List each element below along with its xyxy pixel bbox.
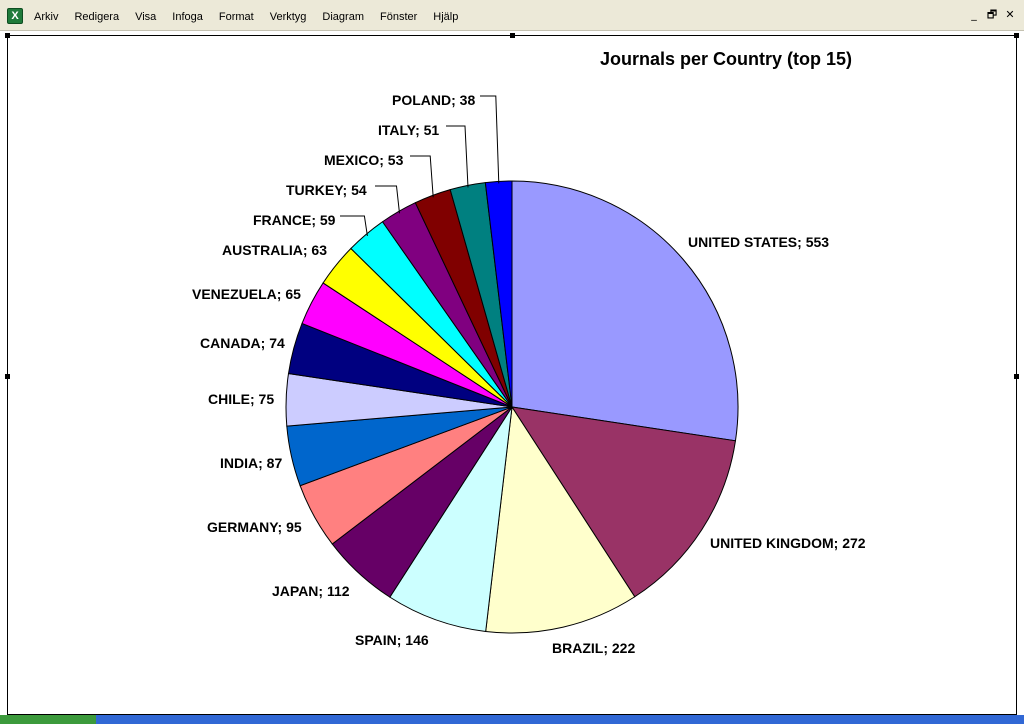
data-label-spain: SPAIN; 146 [355, 632, 429, 648]
data-label-chile: CHILE; 75 [208, 391, 274, 407]
data-label-brazil: BRAZIL; 222 [552, 640, 635, 656]
data-label-turkey: TURKEY; 54 [286, 182, 367, 198]
data-label-mexico: MEXICO; 53 [324, 152, 404, 168]
chart-title: Journals per Country (top 15) [600, 49, 853, 69]
data-label-australia: AUSTRALIA; 63 [222, 242, 327, 258]
data-label-canada: CANADA; 74 [200, 335, 285, 351]
data-label-france: FRANCE; 59 [253, 212, 336, 228]
data-label-india: INDIA; 87 [220, 455, 282, 471]
data-label-poland: POLAND; 38 [392, 92, 475, 108]
leader-line-poland [480, 95, 500, 184]
taskbar [0, 715, 1024, 724]
data-label-united-kingdom: UNITED KINGDOM; 272 [710, 535, 866, 551]
start-button[interactable] [0, 715, 96, 724]
data-label-italy: ITALY; 51 [378, 122, 439, 138]
data-label-venezuela: VENEZUELA; 65 [192, 286, 301, 302]
pie-slice-united-states[interactable] [511, 180, 739, 442]
leader-line-italy [446, 125, 469, 188]
leader-line-mexico [410, 155, 434, 198]
leader-line-france [340, 215, 368, 236]
data-label-united-states: UNITED STATES; 553 [688, 234, 829, 250]
data-label-germany: GERMANY; 95 [207, 519, 302, 535]
leader-line-turkey [375, 185, 400, 214]
data-label-japan: JAPAN; 112 [272, 583, 350, 599]
pie-chart: UNITED STATES; 553 UNITED KINGDOM; 272 BRA… [192, 92, 866, 656]
